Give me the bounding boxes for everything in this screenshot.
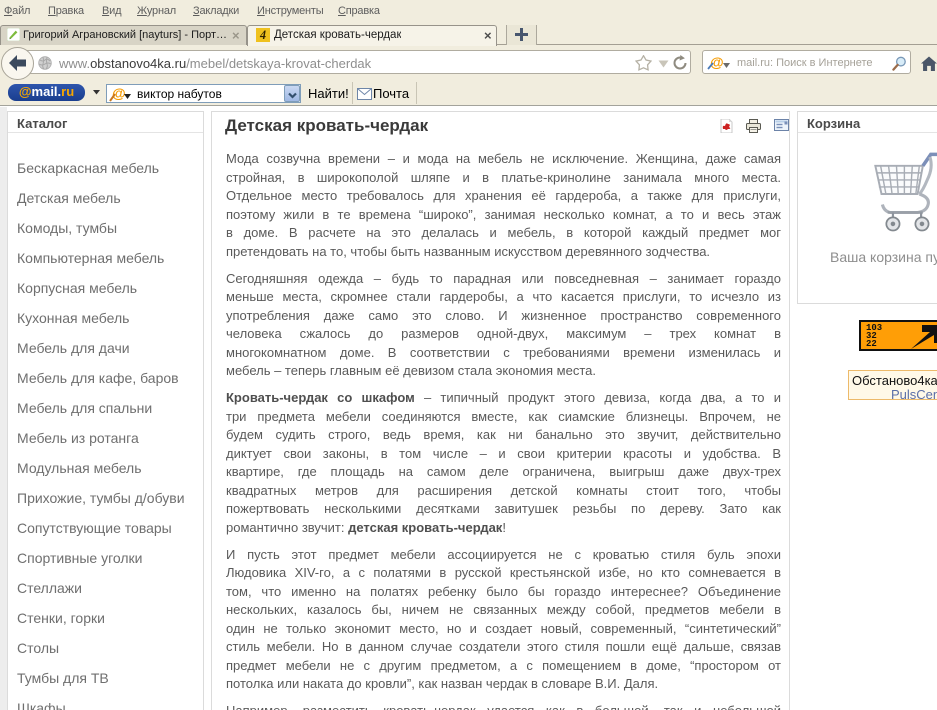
svg-text:4: 4 — [259, 28, 266, 42]
